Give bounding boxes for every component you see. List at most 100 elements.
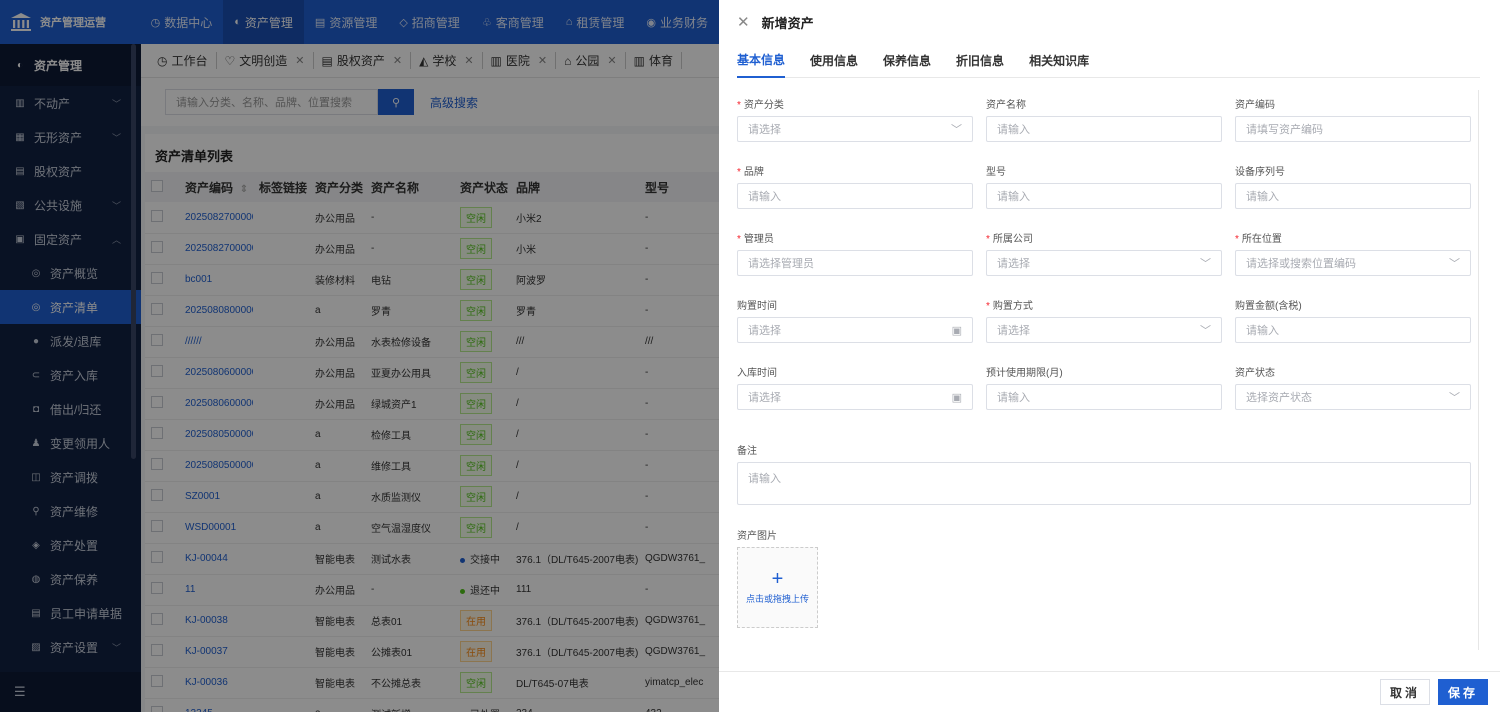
chevron-down-icon: ﹀ — [951, 124, 962, 136]
field-label-text: 购置方式 — [992, 301, 1033, 312]
calendar-icon: ▣ — [951, 391, 962, 404]
chevron-down-icon: ﹀ — [1449, 258, 1460, 270]
field-input[interactable]: 请选择或搜索位置编码 ﹀ — [1235, 250, 1471, 276]
chevron-down-icon: ﹀ — [1200, 325, 1211, 337]
form-field-9: 购置时间请选择 ▣ — [737, 297, 973, 343]
field-label: * 资产分类 — [737, 96, 973, 116]
field-input[interactable]: 请选择 ▣ — [737, 384, 973, 410]
form-field-3: * 品牌请输入 — [737, 163, 973, 209]
field-label: 资产状态 — [1235, 364, 1471, 384]
field-label: 型号 — [986, 163, 1222, 183]
field-input[interactable]: 请输入 — [737, 183, 973, 209]
field-placeholder: 请选择或搜索位置编码 — [1246, 258, 1356, 270]
field-input[interactable]: 请选择管理员 — [737, 250, 973, 276]
field-label-text: 入库时间 — [737, 368, 777, 379]
form-field-5: 设备序列号 请输入 — [1235, 163, 1471, 209]
remark-textarea[interactable]: 请输入 — [737, 462, 1471, 505]
field-label: * 管理员 — [737, 230, 973, 250]
field-label: * 品牌 — [737, 163, 973, 183]
field-input[interactable]: 请输入 — [986, 183, 1222, 209]
form-field-1: 资产名称请输入 — [986, 96, 1222, 142]
chevron-down-icon: ﹀ — [1449, 392, 1460, 404]
field-input[interactable]: 请输入 — [1235, 317, 1471, 343]
field-input[interactable]: 请输入 — [986, 116, 1222, 142]
field-label-text: 资产编码 — [1235, 100, 1275, 111]
field-label: 资产名称 — [986, 96, 1222, 116]
plus-icon: + — [771, 568, 784, 590]
field-input[interactable]: 请选择 ﹀ — [986, 317, 1222, 343]
remark-placeholder: 请输入 — [748, 473, 781, 485]
drawer-header: ✕ 新增资产 — [719, 0, 1500, 44]
field-placeholder: 请选择 — [748, 325, 781, 337]
field-input[interactable]: 请选择 ﹀ — [737, 116, 973, 142]
form-field-10: * 购置方式请选择 ﹀ — [986, 297, 1222, 343]
field-label: * 购置方式 — [986, 297, 1222, 317]
field-label-text: 品牌 — [743, 167, 764, 178]
form-field-4: 型号请输入 — [986, 163, 1222, 209]
add-asset-drawer: ✕ 新增资产 基本信息 使用信息 保养信息 折旧信息 相关知识库 * 资产分类 请选择 ﹀ 资产… — [719, 0, 1500, 712]
field-label-text: 设备序列号 — [1235, 167, 1285, 178]
drawer-tab-4[interactable]: 相关知识库 — [1029, 44, 1089, 78]
form-field-14: 资产状态选择资产状态 ﹀ — [1235, 364, 1471, 410]
modal-overlay[interactable] — [0, 0, 719, 712]
field-label-text: 所属公司 — [992, 234, 1033, 245]
field-label: 入库时间 — [737, 364, 973, 384]
form-field-7: * 所属公司请选择 ﹀ — [986, 230, 1222, 276]
field-label-text: 资产分类 — [743, 100, 784, 111]
drawer-tab-2[interactable]: 保养信息 — [883, 44, 931, 78]
field-placeholder: 请输入 — [1246, 325, 1279, 337]
required-mark: * — [737, 234, 741, 245]
drawer-tab-1[interactable]: 使用信息 — [810, 44, 858, 78]
field-placeholder: 请选择 — [997, 325, 1030, 337]
field-input[interactable]: 请选择 ▣ — [737, 317, 973, 343]
field-label: 资产编码 — [1235, 96, 1471, 116]
field-input[interactable]: 请输入 — [1235, 183, 1471, 209]
field-label-text: 资产名称 — [986, 100, 1026, 111]
field-placeholder: 请选择 — [748, 392, 781, 404]
field-input[interactable]: 请输入 — [986, 384, 1222, 410]
chevron-down-icon: ﹀ — [1200, 258, 1211, 270]
field-label-text: 资产状态 — [1235, 368, 1275, 379]
close-icon[interactable]: ✕ — [737, 13, 750, 31]
calendar-icon: ▣ — [951, 324, 962, 337]
field-input[interactable]: 请填写资产编码 — [1235, 116, 1471, 142]
field-label: 购置时间 — [737, 297, 973, 317]
field-input[interactable]: 请选择 ﹀ — [986, 250, 1222, 276]
field-placeholder: 请选择管理员 — [748, 258, 814, 270]
form-field-0: * 资产分类请选择 ﹀ — [737, 96, 973, 142]
drawer-title: 新增资产 — [761, 15, 814, 31]
form-field-12: 入库时间请选择 ▣ — [737, 364, 973, 410]
form-divider — [1478, 90, 1479, 650]
drawer-tabs: 基本信息 使用信息 保养信息 折旧信息 相关知识库 — [737, 44, 1480, 78]
required-mark: * — [737, 100, 741, 111]
cancel-button[interactable]: 取消 — [1380, 679, 1430, 705]
field-placeholder: 请输入 — [1246, 191, 1279, 203]
field-placeholder: 请选择 — [748, 124, 781, 136]
form-field-6: * 管理员请选择管理员 — [737, 230, 973, 276]
field-label: 设备序列号 — [1235, 163, 1471, 183]
field-label-text: 购置时间 — [737, 301, 777, 312]
required-mark: * — [1235, 234, 1239, 245]
field-input[interactable]: 选择资产状态 ﹀ — [1235, 384, 1471, 410]
drawer-tab-0[interactable]: 基本信息 — [737, 44, 786, 78]
field-label-text: 预计使用期限(月) — [986, 368, 1063, 379]
field-label-text: 购置金额(含税) — [1235, 301, 1302, 312]
photo-upload[interactable]: + 点击或拖拽上传 — [737, 547, 818, 628]
form-field-2: 资产编码请填写资产编码 — [1235, 96, 1471, 142]
field-label: 预计使用期限(月) — [986, 364, 1222, 384]
field-placeholder: 请输入 — [997, 124, 1030, 136]
field-placeholder: 请输入 — [748, 191, 781, 203]
field-label-text: 所在位置 — [1241, 234, 1282, 245]
field-placeholder: 请填写资产编码 — [1246, 124, 1323, 136]
photo-label: 资产图片 — [737, 531, 777, 542]
required-mark: * — [986, 234, 990, 245]
field-placeholder: 请输入 — [997, 191, 1030, 203]
drawer-footer: 取消 保存 — [719, 671, 1500, 712]
save-button[interactable]: 保存 — [1438, 679, 1488, 705]
form-field-11: 购置金额(含税) 请输入 — [1235, 297, 1471, 343]
remark-label: 备注 — [737, 446, 757, 457]
required-mark: * — [737, 167, 741, 178]
field-label: 购置金额(含税) — [1235, 297, 1471, 317]
form-field-8: * 所在位置请选择或搜索位置编码 ﹀ — [1235, 230, 1471, 276]
drawer-tab-3[interactable]: 折旧信息 — [956, 44, 1004, 78]
